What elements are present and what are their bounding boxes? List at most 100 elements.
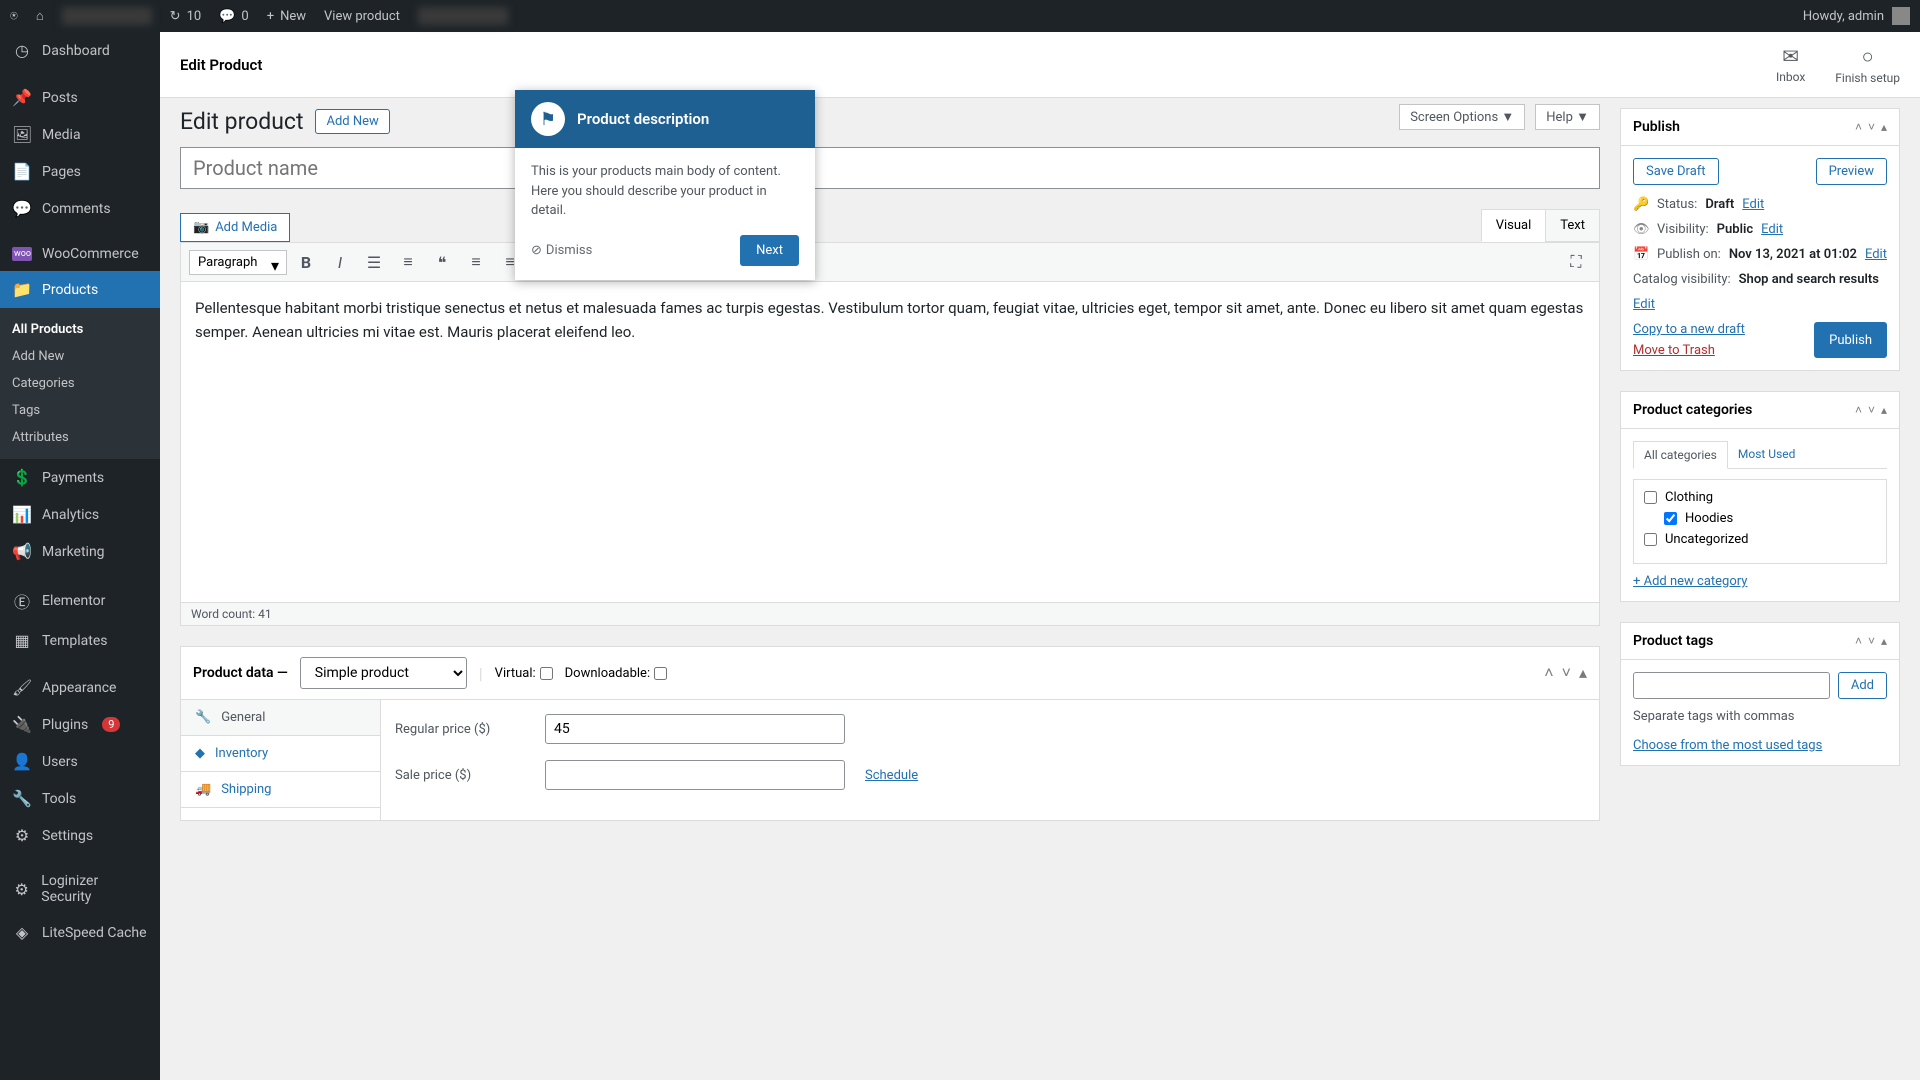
- chevron-down-icon[interactable]: ˅: [1868, 403, 1875, 417]
- sidebar-item-dashboard[interactable]: ◷Dashboard: [0, 32, 160, 69]
- collapse-icon[interactable]: ▴: [1881, 120, 1887, 134]
- media-icon: 🖼: [12, 125, 32, 144]
- choose-tags-link[interactable]: Choose from the most used tags: [1633, 738, 1822, 753]
- collapse-icon[interactable]: ▴: [1579, 663, 1587, 683]
- sidebar-item-comments[interactable]: 💬Comments: [0, 190, 160, 227]
- chevron-up-icon[interactable]: ˄: [1855, 634, 1862, 648]
- add-media-button[interactable]: 📷Add Media: [180, 213, 290, 242]
- subitem-categories[interactable]: Categories: [0, 370, 160, 397]
- subitem-all-products[interactable]: All Products: [0, 316, 160, 343]
- extra-blurred[interactable]: [418, 7, 508, 25]
- move-trash-link[interactable]: Move to Trash: [1633, 343, 1745, 358]
- save-draft-button[interactable]: Save Draft: [1633, 158, 1719, 185]
- publishon-edit-link[interactable]: Edit: [1865, 247, 1887, 262]
- sidebar-item-plugins[interactable]: 🔌Plugins9: [0, 706, 160, 743]
- regular-price-input[interactable]: [545, 714, 845, 744]
- finish-setup-button[interactable]: ○Finish setup: [1835, 44, 1900, 85]
- pin-icon: 📌: [12, 88, 32, 107]
- numbered-list-button[interactable]: ≡: [393, 247, 423, 277]
- sale-price-input[interactable]: [545, 760, 845, 790]
- updates-link[interactable]: ↻ 10: [170, 9, 202, 24]
- tab-visual[interactable]: Visual: [1481, 209, 1547, 242]
- copy-draft-link[interactable]: Copy to a new draft: [1633, 322, 1745, 337]
- sidebar-item-elementor[interactable]: ⒺElementor: [0, 580, 160, 622]
- chevron-down-icon[interactable]: ˅: [1868, 120, 1875, 134]
- categories-box: Product categories˄˅▴ All categories Mos…: [1620, 391, 1900, 602]
- sidebar-item-tools[interactable]: 🔧Tools: [0, 780, 160, 817]
- status-edit-link[interactable]: Edit: [1742, 197, 1764, 212]
- avatar[interactable]: [1892, 7, 1910, 25]
- italic-button[interactable]: I: [325, 247, 355, 277]
- sidebar-item-pages[interactable]: 📄Pages: [0, 153, 160, 190]
- add-category-link[interactable]: + Add new category: [1633, 574, 1747, 589]
- subitem-tags[interactable]: Tags: [0, 397, 160, 424]
- schedule-link[interactable]: Schedule: [865, 768, 918, 783]
- sidebar-item-products[interactable]: 📁Products: [0, 271, 160, 308]
- downloadable-checkbox[interactable]: [654, 667, 667, 680]
- chevron-down-icon[interactable]: ˅: [1562, 663, 1571, 683]
- collapse-icon[interactable]: ▴: [1881, 403, 1887, 417]
- product-type-select[interactable]: Simple product: [300, 657, 467, 689]
- subitem-add-new[interactable]: Add New: [0, 343, 160, 370]
- site-name-blurred[interactable]: [62, 7, 152, 25]
- add-new-button[interactable]: Add New: [315, 109, 389, 134]
- editor-body[interactable]: Pellentesque habitant morbi tristique se…: [181, 282, 1599, 602]
- preview-button[interactable]: Preview: [1816, 158, 1887, 185]
- howdy-text[interactable]: Howdy, admin: [1803, 9, 1884, 24]
- new-link[interactable]: + New: [267, 9, 306, 24]
- tab-text[interactable]: Text: [1545, 209, 1600, 242]
- align-left-button[interactable]: ≡: [461, 247, 491, 277]
- regular-price-label: Regular price ($): [395, 722, 525, 737]
- pd-tab-general[interactable]: 🔧General: [181, 700, 380, 736]
- inbox-button[interactable]: ✉Inbox: [1776, 44, 1805, 85]
- quote-button[interactable]: ❝: [427, 247, 457, 277]
- bullet-list-button[interactable]: ☰: [359, 247, 389, 277]
- view-product-link[interactable]: View product: [324, 9, 400, 24]
- sidebar-item-posts[interactable]: 📌Posts: [0, 79, 160, 116]
- tour-next-button[interactable]: Next: [740, 235, 799, 266]
- sidebar-item-loginizer[interactable]: ⚙Loginizer Security: [0, 864, 160, 914]
- help-button[interactable]: Help ▼: [1535, 104, 1600, 130]
- chevron-up-icon[interactable]: ˄: [1544, 663, 1553, 683]
- screen-options-button[interactable]: Screen Options ▼: [1399, 104, 1525, 130]
- sidebar-item-woocommerce[interactable]: wooWooCommerce: [0, 237, 160, 271]
- format-select[interactable]: Paragraph: [189, 250, 287, 275]
- sidebar-item-users[interactable]: 👤Users: [0, 743, 160, 780]
- tags-title: Product tags: [1633, 633, 1855, 649]
- sidebar-item-analytics[interactable]: 📊Analytics: [0, 496, 160, 533]
- publish-button[interactable]: Publish: [1814, 322, 1887, 358]
- sidebar-item-payments[interactable]: 💲Payments: [0, 459, 160, 496]
- pd-tab-shipping[interactable]: 🚚Shipping: [181, 772, 380, 808]
- sidebar-item-settings[interactable]: ⚙Settings: [0, 817, 160, 854]
- fullscreen-button[interactable]: ⛶: [1561, 247, 1591, 277]
- bold-button[interactable]: B: [291, 247, 321, 277]
- comments-count: 0: [241, 9, 248, 24]
- collapse-icon[interactable]: ▴: [1881, 634, 1887, 648]
- chevron-down-icon[interactable]: ˅: [1868, 634, 1875, 648]
- add-tag-button[interactable]: Add: [1838, 672, 1887, 699]
- comments-link[interactable]: 💬 0: [219, 9, 249, 24]
- pd-tab-inventory[interactable]: ◆Inventory: [181, 736, 380, 772]
- product-name-input[interactable]: [180, 147, 1600, 189]
- cat-clothing-checkbox[interactable]: [1644, 491, 1657, 504]
- cat-uncategorized-checkbox[interactable]: [1644, 533, 1657, 546]
- sidebar-item-marketing[interactable]: 📢Marketing: [0, 533, 160, 570]
- chevron-up-icon[interactable]: ˄: [1855, 403, 1862, 417]
- sidebar-item-appearance[interactable]: 🖌Appearance: [0, 669, 160, 706]
- visibility-edit-link[interactable]: Edit: [1761, 222, 1783, 237]
- wp-logo-icon[interactable]: ⍟: [10, 9, 18, 24]
- sidebar-item-litespeed[interactable]: ◈LiteSpeed Cache: [0, 914, 160, 951]
- sidebar-item-media[interactable]: 🖼Media: [0, 116, 160, 153]
- tour-dismiss-button[interactable]: ⊘Dismiss: [531, 243, 592, 258]
- chevron-up-icon[interactable]: ˄: [1855, 120, 1862, 134]
- cat-tab-all[interactable]: All categories: [1633, 441, 1728, 469]
- sale-price-label: Sale price ($): [395, 768, 525, 783]
- catalog-edit-link[interactable]: Edit: [1633, 297, 1655, 312]
- sidebar-item-templates[interactable]: ▦Templates: [0, 622, 160, 659]
- cat-tab-most[interactable]: Most Used: [1728, 441, 1806, 468]
- home-icon[interactable]: ⌂: [36, 8, 44, 24]
- subitem-attributes[interactable]: Attributes: [0, 424, 160, 451]
- virtual-checkbox[interactable]: [540, 667, 553, 680]
- cat-hoodies-checkbox[interactable]: [1664, 512, 1677, 525]
- tag-input[interactable]: [1633, 672, 1830, 699]
